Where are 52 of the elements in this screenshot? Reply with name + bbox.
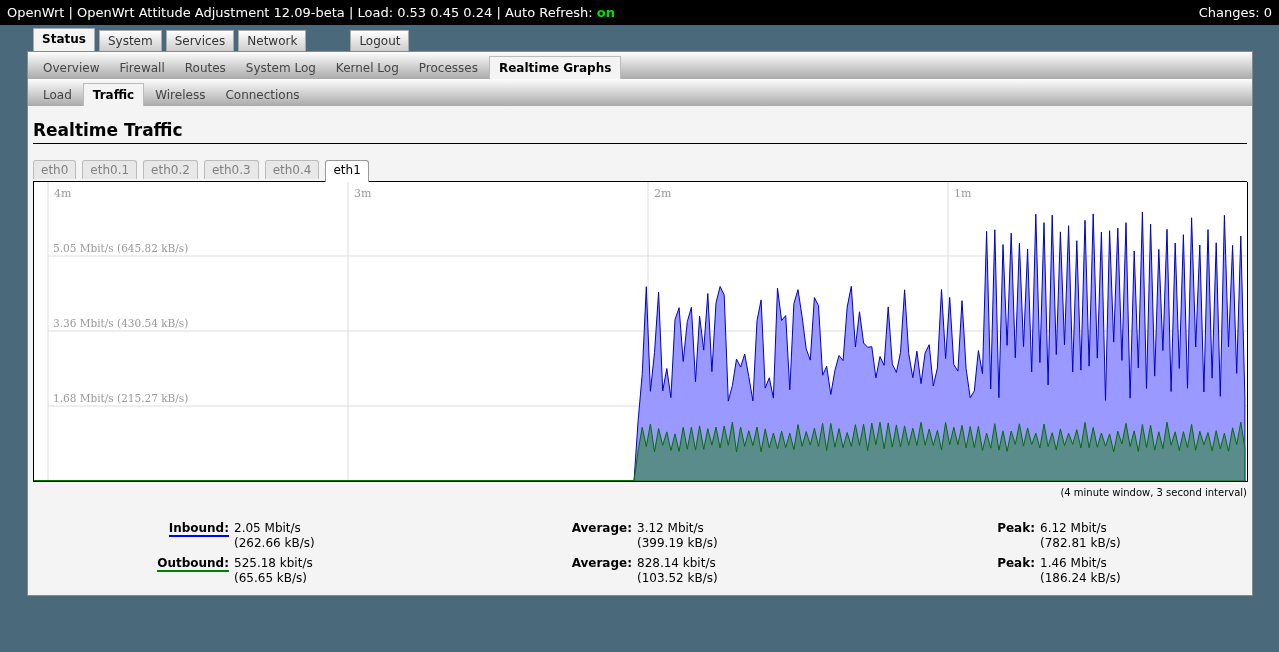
tab[interactable]: eth1 <box>325 160 369 182</box>
tab[interactable]: Overview <box>34 57 109 79</box>
page-heading: Realtime Traffic <box>33 120 183 140</box>
changes-link[interactable]: Changes: 0 <box>1198 5 1272 20</box>
legend-label: Outbound: <box>157 556 229 572</box>
axis-label: 3.36 Mbit/s (430.54 kB/s) <box>53 317 189 329</box>
average-rate: (103.52 kB/s) <box>637 571 718 586</box>
tab[interactable]: eth0.1 <box>82 160 138 179</box>
tab[interactable]: System <box>98 30 162 51</box>
average-label: Average: <box>571 556 632 572</box>
header-text: OpenWrt | OpenWrt Attitude Adjustment 12.09-beta | Load: 0.53 0.45 0.24 | Auto Refresh: <box>7 5 594 20</box>
peak-rate: 1.46 Mbit/s <box>1040 556 1107 571</box>
peak-rate: (186.24 kB/s) <box>1040 571 1121 586</box>
axis-label: 2m <box>654 187 672 200</box>
tab[interactable]: Connections <box>216 84 309 106</box>
current-rate: (262.66 kB/s) <box>234 536 315 551</box>
average-rate: (399.19 kB/s) <box>637 536 718 551</box>
logout-tab[interactable]: Logout <box>350 30 410 51</box>
auto-refresh-toggle[interactable]: on <box>596 5 616 20</box>
peak-label: Peak: <box>997 556 1035 572</box>
axis-label: 1m <box>954 187 972 200</box>
tab[interactable]: eth0 <box>33 160 77 179</box>
axis-label: 3m <box>354 187 372 200</box>
tab[interactable]: Kernel Log <box>326 57 408 79</box>
legend-label: Inbound: <box>168 521 229 537</box>
tab[interactable]: eth0.3 <box>203 160 259 179</box>
tab[interactable]: Routes <box>175 57 235 79</box>
tab[interactable]: System Log <box>236 57 325 79</box>
tab[interactable]: Services <box>165 30 235 51</box>
tab[interactable]: eth0.2 <box>143 160 198 179</box>
current-rate: 525.18 kbit/s <box>234 556 313 571</box>
tab[interactable]: Firewall <box>110 57 174 79</box>
axis-label: 5.05 Mbit/s (645.82 kB/s) <box>53 242 189 254</box>
axis-label: 1.68 Mbit/s (215.27 kB/s) <box>53 392 189 404</box>
current-rate: 2.05 Mbit/s <box>234 521 301 536</box>
axis-label: 4m <box>54 187 72 200</box>
peak-label: Peak: <box>997 521 1035 537</box>
tab[interactable]: Wireless <box>146 84 215 106</box>
tab[interactable]: eth0.4 <box>264 160 320 179</box>
current-rate: (65.65 kB/s) <box>234 571 307 586</box>
graph-caption: (4 minute window, 3 second interval) <box>1060 487 1247 498</box>
average-label: Average: <box>571 521 632 537</box>
tab[interactable]: Status <box>33 28 95 51</box>
peak-rate: (782.81 kB/s) <box>1040 536 1121 551</box>
tab[interactable]: Network <box>238 30 307 51</box>
average-rate: 3.12 Mbit/s <box>637 521 704 536</box>
peak-rate: 6.12 Mbit/s <box>1040 521 1107 536</box>
tab[interactable]: Traffic <box>82 83 145 106</box>
tab[interactable]: Processes <box>409 57 487 79</box>
tab[interactable]: Load <box>34 84 81 106</box>
tab[interactable]: Realtime Graphs <box>488 56 622 79</box>
average-rate: 828.14 kbit/s <box>637 556 716 571</box>
